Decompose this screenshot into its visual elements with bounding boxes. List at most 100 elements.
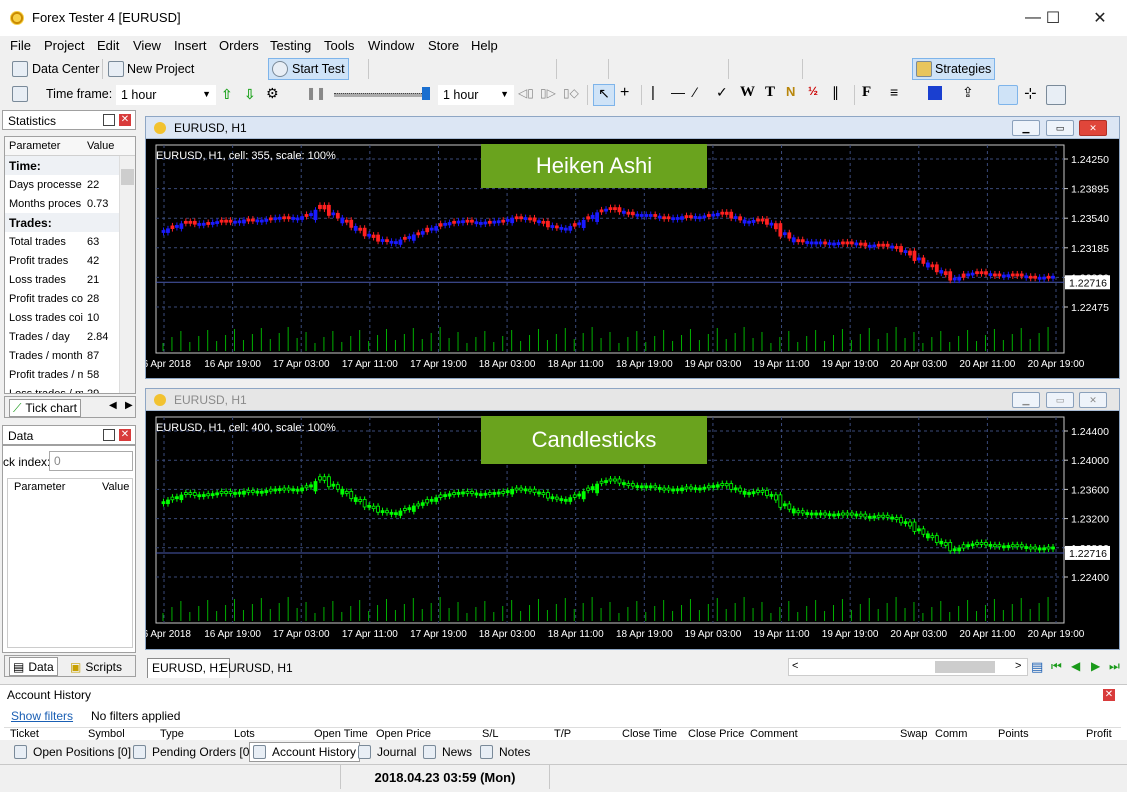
new-project-button[interactable]: New Project bbox=[108, 58, 194, 80]
tab-open-positions[interactable]: Open Positions [0] bbox=[14, 742, 131, 762]
strategies-button[interactable]: Strategies bbox=[912, 58, 996, 80]
chart-close-button[interactable]: ✕ bbox=[1079, 120, 1107, 136]
font-icon[interactable]: F bbox=[862, 84, 871, 101]
objects-icon[interactable]: ⇪ bbox=[962, 84, 974, 101]
label-icon[interactable]: N bbox=[786, 84, 795, 99]
wave-icon[interactable]: W bbox=[740, 84, 755, 101]
tab-pending-orders[interactable]: Pending Orders [0] bbox=[133, 742, 253, 762]
chart-minimize-button[interactable]: ▁ bbox=[1012, 120, 1040, 136]
tabs-right-icon[interactable]: ▶ bbox=[125, 400, 133, 411]
data-restore-icon[interactable] bbox=[103, 429, 115, 441]
column-header[interactable]: Comm bbox=[935, 728, 967, 740]
color-picker-icon[interactable] bbox=[928, 86, 942, 100]
speed-slider-thumb[interactable] bbox=[422, 87, 430, 100]
column-header[interactable]: S/L bbox=[482, 728, 499, 740]
tabs-left-icon[interactable]: ◀ bbox=[109, 400, 117, 411]
show-filters-link[interactable]: Show filters bbox=[11, 709, 73, 723]
column-header[interactable]: Comment bbox=[750, 728, 798, 740]
speed-slider[interactable] bbox=[334, 93, 430, 97]
fib-icon[interactable]: ½ bbox=[808, 84, 818, 98]
tab-news[interactable]: News bbox=[423, 742, 472, 762]
menu-file[interactable]: File bbox=[10, 38, 31, 53]
tile-windows-icon[interactable]: ▤ bbox=[1031, 659, 1043, 675]
statistics-row: Loss trades / m 29 bbox=[9, 387, 100, 394]
candle-body bbox=[487, 492, 492, 496]
column-header[interactable]: T/P bbox=[554, 728, 571, 740]
chart-restore-button[interactable]: ▭ bbox=[1046, 120, 1074, 136]
column-header[interactable]: Open Time bbox=[314, 728, 368, 740]
step-fwd-icon[interactable]: ▯▷ bbox=[540, 86, 556, 100]
menu-store[interactable]: Store bbox=[428, 38, 459, 53]
menu-help[interactable]: Help bbox=[471, 38, 498, 53]
data-center-button[interactable]: Data Center bbox=[12, 58, 99, 80]
column-header[interactable]: Ticket bbox=[10, 728, 39, 740]
chart-scrollbar[interactable]: < > bbox=[788, 658, 1028, 676]
statistics-close-icon[interactable]: ✕ bbox=[119, 114, 131, 126]
account-history-close-icon[interactable]: ✕ bbox=[1103, 689, 1115, 701]
ray-icon[interactable]: ✓ bbox=[716, 84, 728, 101]
new-chart-icon[interactable] bbox=[12, 86, 28, 102]
menu-orders[interactable]: Orders bbox=[219, 38, 259, 53]
start-test-button[interactable]: Start Test bbox=[268, 58, 349, 80]
close-button[interactable]: ✕ bbox=[1077, 0, 1123, 36]
menu-project[interactable]: Project bbox=[44, 38, 84, 53]
objects-list-icon[interactable] bbox=[1046, 85, 1066, 105]
statistics-restore-icon[interactable] bbox=[103, 114, 115, 126]
column-header[interactable]: Symbol bbox=[88, 728, 125, 740]
column-header[interactable]: Swap bbox=[900, 728, 928, 740]
line-style-icon[interactable]: ≡ bbox=[890, 84, 898, 100]
tab-account-history[interactable]: Account History bbox=[249, 742, 361, 762]
column-header[interactable]: Type bbox=[160, 728, 184, 740]
step-icon[interactable]: ▯◇ bbox=[563, 86, 579, 100]
chart-minimize-button[interactable]: ▁ bbox=[1012, 392, 1040, 408]
candle-body bbox=[836, 242, 841, 246]
last-tab-icon[interactable]: ⏭ bbox=[1109, 659, 1120, 674]
candle-body bbox=[702, 486, 707, 490]
menu-view[interactable]: View bbox=[133, 38, 161, 53]
crosshair-icon[interactable]: + bbox=[620, 84, 629, 102]
tab-scripts[interactable]: ▣ Scripts bbox=[67, 657, 125, 676]
column-header[interactable]: Points bbox=[998, 728, 1029, 740]
prev-tab-icon[interactable]: ◀ bbox=[1071, 659, 1080, 673]
text-icon[interactable]: T bbox=[765, 84, 775, 101]
chart-tab-2[interactable]: EURUSD, H1 bbox=[215, 658, 298, 678]
snap-icon[interactable]: ⊹ bbox=[1024, 84, 1037, 102]
channel-icon[interactable]: ∥ bbox=[832, 84, 839, 101]
trendline-icon[interactable]: ⁄ bbox=[694, 84, 696, 100]
tick-index-input[interactable]: 0 bbox=[49, 451, 133, 471]
column-header[interactable]: Close Time bbox=[622, 728, 677, 740]
step-back-icon[interactable]: ◁▯ bbox=[518, 86, 534, 100]
statistics-scrollbar[interactable] bbox=[119, 156, 135, 393]
tab-tick-chart[interactable]: ⟋ Tick chart bbox=[9, 399, 81, 417]
sync-icon[interactable]: ⚙ bbox=[266, 85, 279, 102]
test-timeframe-select[interactable]: 1 hour ▼ bbox=[438, 85, 514, 105]
menu-insert[interactable]: Insert bbox=[174, 38, 207, 53]
tab-journal[interactable]: Journal bbox=[358, 742, 416, 762]
menu-tools[interactable]: Tools bbox=[324, 38, 354, 53]
tab-notes[interactable]: Notes bbox=[480, 742, 530, 762]
first-tab-icon[interactable]: ⏮ bbox=[1051, 659, 1062, 674]
column-header[interactable]: Open Price bbox=[376, 728, 431, 740]
column-header[interactable]: Close Price bbox=[688, 728, 744, 740]
cursor-icon[interactable]: ↖ bbox=[593, 84, 615, 106]
tab-data[interactable]: ▤ Data bbox=[9, 657, 58, 676]
timeframe-select[interactable]: 1 hour ▼ bbox=[116, 85, 216, 105]
vertical-line-icon[interactable]: | bbox=[651, 84, 655, 101]
time-label: 17 Apr 19:00 bbox=[410, 359, 467, 370]
maximize-button[interactable]: ☐ bbox=[1030, 0, 1076, 36]
menu-testing[interactable]: Testing bbox=[270, 38, 311, 53]
data-close-icon[interactable]: ✕ bbox=[119, 429, 131, 441]
menu-edit[interactable]: Edit bbox=[97, 38, 119, 53]
column-header[interactable]: Lots bbox=[234, 728, 255, 740]
timeframe-up-icon[interactable]: ⇧ bbox=[221, 86, 233, 103]
chart-close-button[interactable]: ✕ bbox=[1079, 392, 1107, 408]
column-header[interactable]: Profit bbox=[1086, 728, 1112, 740]
horizontal-line-icon[interactable]: — bbox=[671, 84, 685, 100]
candle-body bbox=[318, 204, 322, 209]
timeframe-down-icon[interactable]: ⇩ bbox=[244, 86, 256, 103]
menu-window[interactable]: Window bbox=[368, 38, 414, 53]
chart-restore-button[interactable]: ▭ bbox=[1046, 392, 1074, 408]
magnet-icon[interactable] bbox=[998, 85, 1018, 105]
next-tab-icon[interactable]: ▶ bbox=[1091, 659, 1100, 673]
pause-icon[interactable]: ❚❚ bbox=[306, 86, 326, 100]
